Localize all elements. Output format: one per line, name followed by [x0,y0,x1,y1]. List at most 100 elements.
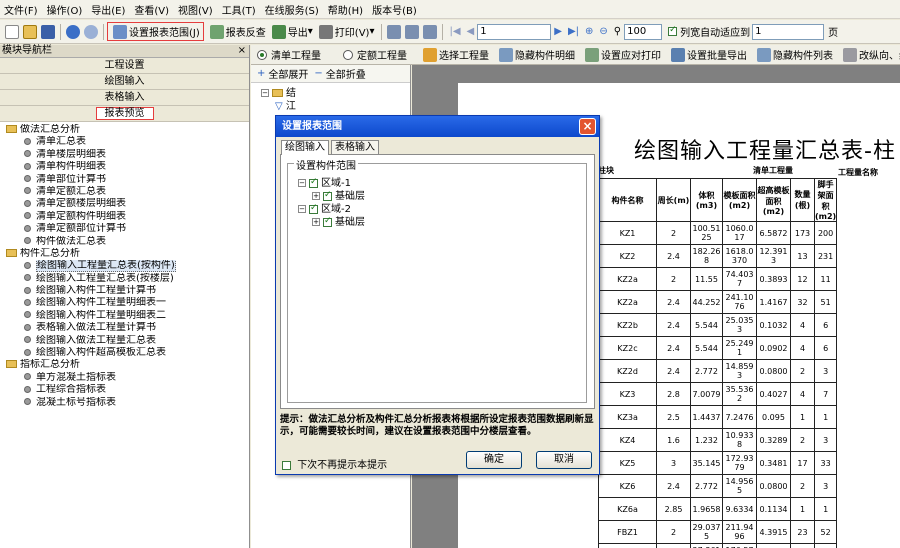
tree-report-item[interactable]: 绘图输入构件工程量计算书 [0,285,249,297]
table-cell: 7 [813,382,838,406]
table-row: KZ4 1.6 1.232 10.933 8 0.3289 2 3 [598,428,838,452]
menu-item[interactable]: 版本号(B) [372,2,417,17]
nav-project-settings[interactable]: 工程设置 [0,58,249,74]
tree-report-item[interactable]: 单方混凝土指标表 [0,372,249,384]
menu-item[interactable]: 帮助(H) [328,2,363,17]
nav-report-preview[interactable]: 报表预览 [0,106,249,122]
close-icon[interactable]: × [238,45,246,57]
tree-report-item[interactable]: 清单部位计算书 [0,174,249,186]
menu-item[interactable]: 文件(F) [4,2,38,17]
auto-wrap-input[interactable]: 1 [752,23,825,40]
tree-report-item[interactable]: 清单楼层明细表 [0,149,249,161]
prev-page-icon[interactable]: ◀ [467,26,475,37]
tree-report-item[interactable]: 绘图输入构件工程量明细表二 [0,310,249,322]
pane-toolbar: + 全部展开 − 全部折叠 [251,65,410,83]
table-cell: 172.93 79 [722,451,757,475]
select-quantity-button[interactable]: 选择工程量 [421,47,489,62]
table-cell: 1 [790,405,815,429]
table-header-row: 构件名称 周长(m) 体积(m3) 模板面积(m2) 超高模板面积(m2) 数量(根) 脚手… [598,178,838,222]
tree-report-item[interactable]: 绘图输入工程量汇总表(按构件) [0,260,249,273]
collapse-icon[interactable]: − [298,205,306,213]
single-page-icon[interactable] [387,24,402,39]
undo-icon[interactable] [66,24,80,39]
menu-item[interactable]: 视图(V) [178,2,213,17]
double-page-icon[interactable] [405,24,420,39]
hide-list-button[interactable]: 隐藏构件列表 [755,47,833,62]
next-page-icon[interactable]: ▶ [554,26,562,37]
ok-button[interactable]: 确定 [466,451,522,469]
nav-drawing-input[interactable]: 绘图输入 [0,74,249,90]
last-page-icon[interactable]: ▶| [568,26,579,37]
menu-item[interactable]: 导出(E) [91,2,125,17]
print-button[interactable]: 打印(V) ▾ [317,24,374,39]
zoom-out-icon[interactable]: ⊖ [599,26,607,37]
tab-table-input[interactable]: 表格输入 [331,140,379,154]
tree-report-item[interactable]: 清单定额汇总表 [0,186,249,198]
menu-item[interactable]: 在线服务(S) [265,2,319,17]
tree-report-item[interactable]: 清单定额部位计算书 [0,223,249,235]
table-cell: 1 [813,405,838,429]
tree-folder[interactable]: 指标汇总分析 [0,359,249,371]
nav-table-input[interactable]: 表格输入 [0,90,249,106]
multi-page-icon[interactable] [423,24,438,39]
report-check-button[interactable]: 报表反查 [208,24,266,39]
group-title: 设置构件范围 [294,157,358,172]
collapse-icon[interactable]: − [298,179,306,187]
node-checkbox[interactable] [323,216,332,227]
tree-report-item[interactable]: 表格输入做法工程量计算书 [0,322,249,334]
open-folder-icon[interactable] [23,24,37,39]
tree-report-item[interactable]: 绘图输入做法工程量汇总表 [0,335,249,347]
no-prompt-check[interactable] [282,460,291,470]
tree-report-item[interactable]: 清单构件明细表 [0,161,249,173]
tree-report-item[interactable]: 清单定额构件明细表 [0,211,249,223]
tree-report-item[interactable]: 工程综合指标表 [0,384,249,396]
quota-quantity-radio[interactable]: 定额工程量 [343,47,407,62]
tree-folder[interactable]: 做法汇总分析 [0,124,249,136]
floor-node[interactable]: +基础层 [312,213,365,228]
pane-tree-node[interactable]: ▽ 江 [261,100,410,113]
collapse-all-button[interactable]: 全部折叠 [326,66,366,81]
redo-icon[interactable] [84,24,98,39]
new-file-icon[interactable] [5,24,19,39]
table-header-cell: 脚手架面积(m2) [813,178,838,222]
zoom-input[interactable]: 100 [624,23,663,40]
menu-item[interactable]: 查看(V) [134,2,169,17]
set-report-range-button[interactable]: 设置报表范围(J) [107,22,204,41]
menu-item[interactable]: 操作(O) [47,2,83,17]
no-prompt-checkbox[interactable]: 下次不再提示本提示 [282,456,387,471]
tree-report-item[interactable]: 清单定额楼层明细表 [0,198,249,210]
table-cell: 2 [790,428,815,452]
search-icon[interactable]: ⚲ [614,26,621,37]
pane-tree-root[interactable]: − 结 [261,87,410,100]
dialog-close-button[interactable]: × [579,118,596,135]
export-button[interactable]: 导出 ▾ [270,24,313,39]
table-cell: 51 [813,290,838,314]
zoom-in-icon[interactable]: ⊕ [585,26,593,37]
first-page-icon[interactable]: |◀ [449,26,460,37]
tree-report-item[interactable]: 绘图输入构件超高模板汇总表 [0,347,249,359]
tree-report-item[interactable]: 绘图输入工程量汇总表(按楼层) [0,273,249,285]
orientation-button[interactable]: 改纵向、缩分 [841,47,900,62]
tree-report-item[interactable]: 构件做法汇总表 [0,236,249,248]
batch-export-button[interactable]: 设置批量导出 [669,47,747,62]
tab-drawing-input[interactable]: 绘图输入 [281,140,329,155]
auto-wrap-checkbox[interactable] [668,25,678,36]
print-setting-button[interactable]: 设置应对打印 [583,47,661,62]
cancel-button[interactable]: 取消 [536,451,592,469]
tree-folder[interactable]: 构件汇总分析 [0,248,249,260]
menu-item[interactable]: 工具(T) [222,2,256,17]
table-cell: 1.4167 [756,290,791,314]
page-input[interactable]: 1 [477,23,552,40]
table-cell: 2.772 [690,474,723,498]
expand-icon[interactable]: + [312,192,320,200]
bill-quantity-radio[interactable]: 清单工程量 [257,47,321,62]
hide-detail-button[interactable]: 隐藏构件明细 [497,47,575,62]
expand-icon[interactable]: + [312,218,320,226]
tree-report-item[interactable]: 清单汇总表 [0,136,249,148]
expand-all-button[interactable]: 全部展开 [268,66,308,81]
page-unit-label: 页 [828,28,839,39]
tree-report-item[interactable]: 绘图输入构件工程量明细表一 [0,297,249,309]
table-cell: 2.4 [656,244,691,268]
tree-report-item[interactable]: 混凝土标号指标表 [0,397,249,409]
save-icon[interactable] [41,24,55,39]
